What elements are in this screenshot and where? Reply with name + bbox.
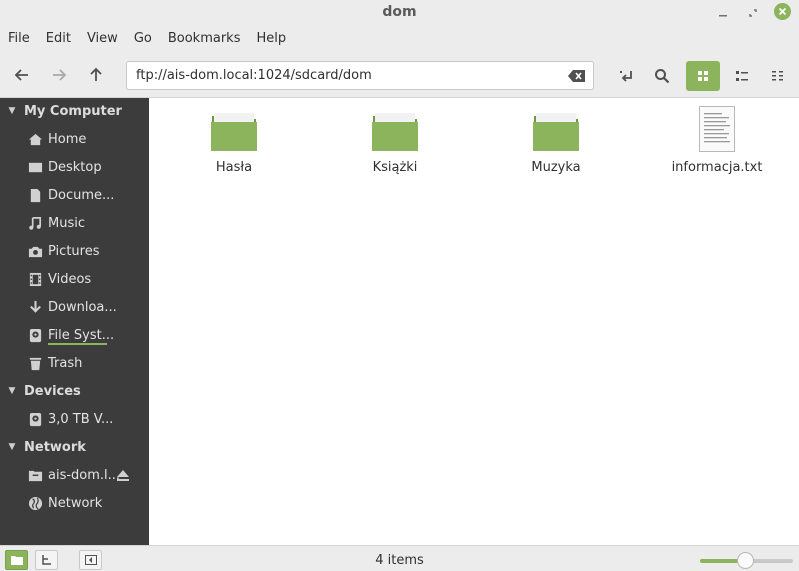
file-item[interactable]: Książki bbox=[335, 108, 455, 175]
music-icon bbox=[27, 215, 43, 231]
sidebar-item-downloads[interactable]: Downloa... bbox=[0, 294, 149, 320]
network-folder-icon bbox=[27, 467, 43, 483]
close-icon bbox=[778, 7, 787, 16]
disk-usage-bar bbox=[48, 343, 107, 345]
sidebar-item-pictures[interactable]: Pictures bbox=[0, 238, 149, 264]
drive-icon bbox=[27, 411, 43, 427]
sidebar: ▼ My Computer Home Desktop Docume... Mus… bbox=[0, 98, 149, 545]
file-view[interactable]: Hasła Książki Muzyka informacja.txt bbox=[149, 98, 799, 545]
section-network[interactable]: ▼ Network bbox=[0, 436, 149, 458]
item-count: 4 items bbox=[375, 553, 424, 568]
grid-icon bbox=[698, 71, 708, 81]
menu-go[interactable]: Go bbox=[126, 28, 160, 52]
compact-view-button[interactable] bbox=[761, 61, 795, 91]
arrow-up-icon bbox=[90, 67, 102, 81]
menu-file[interactable]: File bbox=[0, 28, 38, 52]
maximize-button[interactable] bbox=[744, 4, 762, 22]
search-icon bbox=[655, 69, 670, 84]
sidebar-item-home[interactable]: Home bbox=[0, 126, 149, 152]
icon-view-button[interactable] bbox=[686, 61, 720, 91]
title-bar: dom bbox=[0, 0, 799, 26]
compact-list-icon bbox=[772, 71, 783, 81]
back-button[interactable] bbox=[8, 62, 36, 88]
trash-icon bbox=[27, 355, 43, 371]
text-file-icon bbox=[699, 106, 735, 152]
forward-button[interactable] bbox=[45, 62, 73, 88]
up-button[interactable] bbox=[82, 62, 110, 88]
status-bar: 4 items bbox=[0, 545, 799, 571]
sidebar-item-videos[interactable]: Videos bbox=[0, 266, 149, 292]
file-name: Muzyka bbox=[531, 160, 581, 175]
menu-view[interactable]: View bbox=[79, 28, 126, 52]
arrow-left-icon bbox=[14, 69, 28, 81]
desktop-icon bbox=[27, 159, 43, 175]
expander-down-icon: ▼ bbox=[8, 106, 16, 116]
location-entry[interactable]: ftp://ais-dom.local:1024/sdcard/dom bbox=[126, 61, 594, 90]
enter-arrow-icon bbox=[620, 71, 632, 82]
search-button[interactable] bbox=[645, 61, 679, 91]
menu-help[interactable]: Help bbox=[248, 28, 294, 52]
section-my-computer[interactable]: ▼ My Computer bbox=[0, 100, 149, 122]
arrow-right-icon bbox=[53, 69, 67, 81]
expander-down-icon: ▼ bbox=[8, 442, 16, 452]
film-icon bbox=[27, 271, 43, 287]
window-title: dom bbox=[382, 4, 417, 20]
clear-location-icon[interactable] bbox=[568, 69, 586, 83]
sidebar-item-network[interactable]: Network bbox=[0, 490, 149, 516]
location-text: ftp://ais-dom.local:1024/sdcard/dom bbox=[136, 68, 372, 83]
document-icon bbox=[27, 187, 43, 203]
toggle-location-button[interactable] bbox=[610, 61, 644, 91]
list-view-button[interactable] bbox=[725, 61, 759, 91]
menu-bar: File Edit View Go Bookmarks Help bbox=[0, 28, 799, 52]
menu-bookmarks[interactable]: Bookmarks bbox=[160, 28, 249, 52]
file-item[interactable]: Muzyka bbox=[496, 108, 616, 175]
sidebar-item-trash[interactable]: Trash bbox=[0, 350, 149, 376]
section-devices[interactable]: ▼ Devices bbox=[0, 380, 149, 402]
folder-icon bbox=[533, 113, 579, 151]
zoom-slider[interactable] bbox=[700, 552, 793, 569]
expander-down-icon: ▼ bbox=[8, 386, 16, 396]
sidebar-item-desktop[interactable]: Desktop bbox=[0, 154, 149, 180]
globe-icon bbox=[27, 495, 43, 511]
file-name: informacja.txt bbox=[671, 160, 763, 175]
file-name: Hasła bbox=[215, 160, 253, 175]
zoom-knob[interactable] bbox=[736, 552, 754, 569]
home-icon bbox=[27, 131, 43, 147]
eject-icon[interactable] bbox=[116, 469, 130, 483]
maximize-icon bbox=[749, 9, 757, 17]
sidebar-item-music[interactable]: Music bbox=[0, 210, 149, 236]
download-icon bbox=[27, 299, 43, 315]
close-button[interactable] bbox=[774, 3, 791, 20]
sidebar-item-documents[interactable]: Docume... bbox=[0, 182, 149, 208]
minimize-button[interactable] bbox=[714, 4, 732, 22]
menu-edit[interactable]: Edit bbox=[38, 28, 79, 52]
sidebar-item-volume[interactable]: 3,0 TB V... bbox=[0, 406, 149, 432]
minimize-icon bbox=[719, 15, 727, 17]
drive-icon bbox=[27, 327, 43, 343]
list-icon bbox=[736, 71, 748, 81]
toolbar: ftp://ais-dom.local:1024/sdcard/dom bbox=[0, 52, 799, 98]
folder-icon bbox=[372, 113, 418, 151]
file-name: Książki bbox=[372, 160, 418, 175]
file-item[interactable]: informacja.txt bbox=[657, 106, 777, 175]
folder-icon bbox=[211, 113, 257, 151]
camera-icon bbox=[27, 243, 43, 259]
file-item[interactable]: Hasła bbox=[174, 108, 294, 175]
